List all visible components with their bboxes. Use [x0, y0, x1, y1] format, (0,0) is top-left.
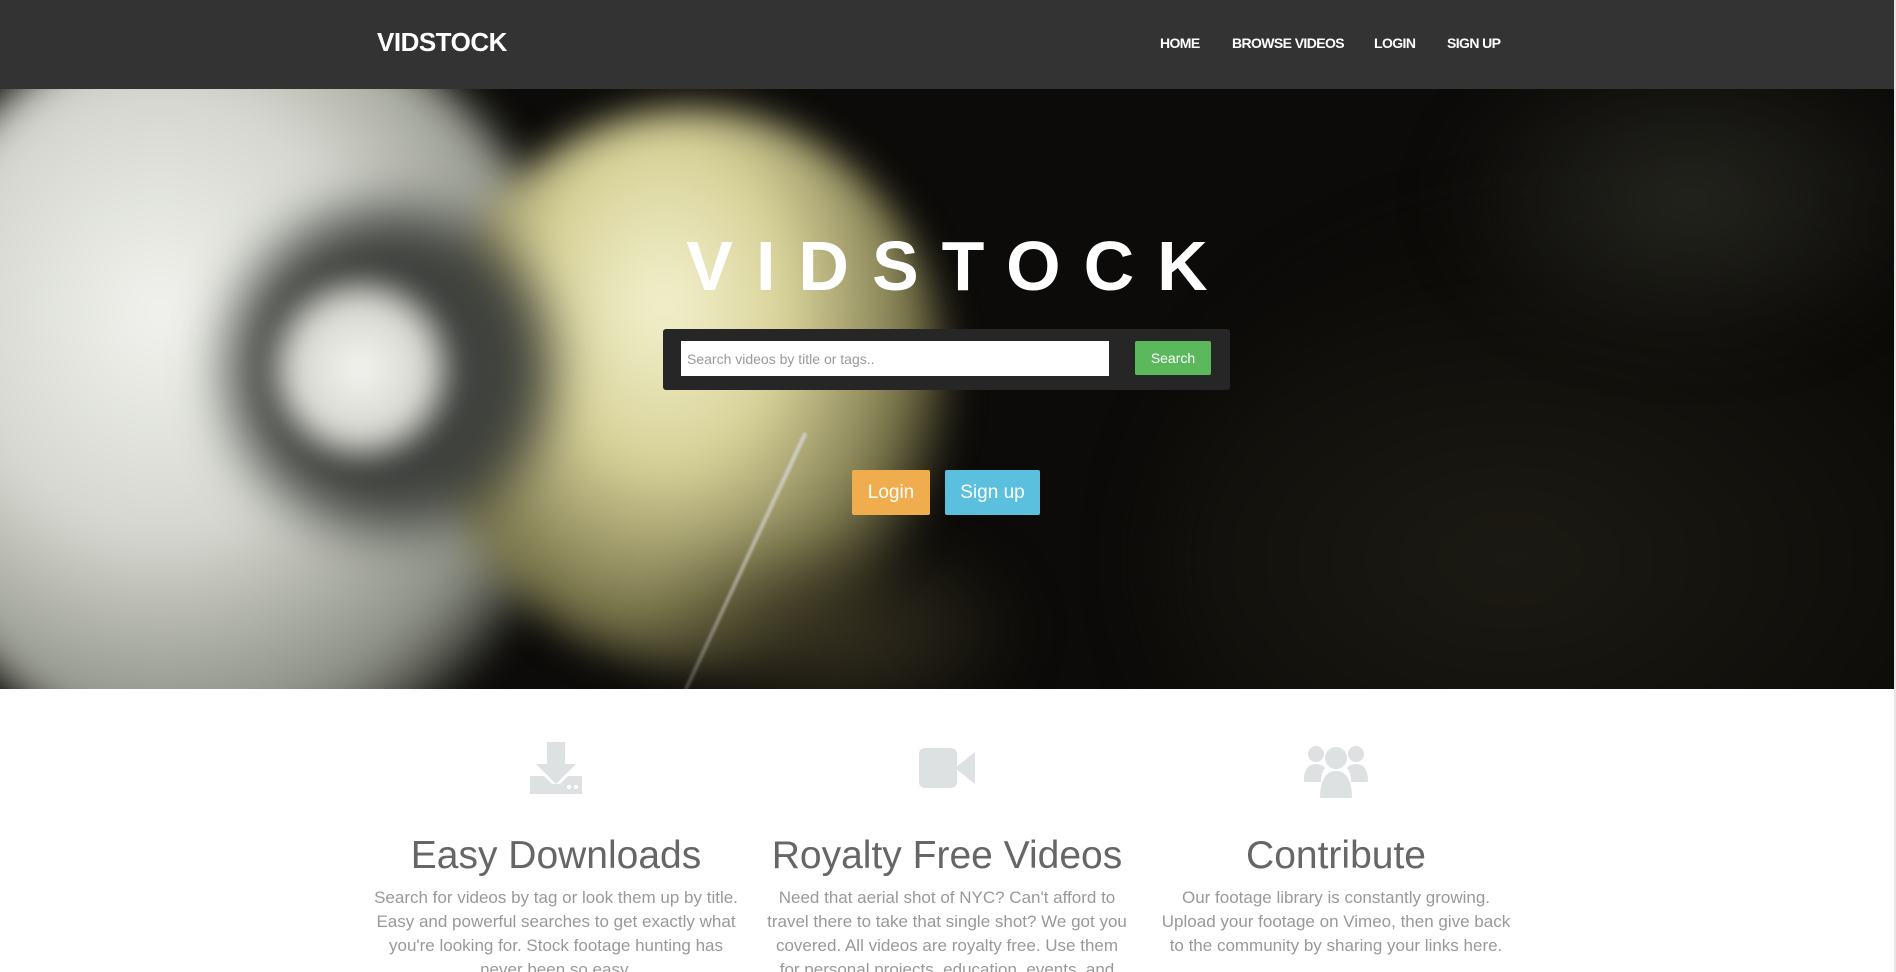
feature-description: Need that aerial shot of NYC? Can't affo…: [767, 888, 1127, 972]
main-content: VIDSTOCK HOME BROWSE VIDEOS LOGIN SIGN U…: [0, 0, 1894, 972]
feature-contribute: Contribute Our footage library is consta…: [1154, 740, 1518, 958]
nav-link-sign-up[interactable]: SIGN UP: [1447, 33, 1501, 53]
hero-login-button[interactable]: Login: [852, 470, 930, 515]
nav-link-home[interactable]: HOME: [1160, 33, 1200, 53]
hero-section: VIDSTOCK Search Login Sign up: [0, 89, 1894, 689]
search-panel: Search: [663, 329, 1230, 390]
page: VIDSTOCK HOME BROWSE VIDEOS LOGIN SIGN U…: [0, 0, 1896, 972]
search-input[interactable]: [681, 341, 1109, 376]
feature-title: Royalty Free Videos: [771, 834, 1123, 877]
feature-title: Contribute: [1246, 834, 1426, 877]
search-button[interactable]: Search: [1135, 341, 1211, 375]
navbar: VIDSTOCK HOME BROWSE VIDEOS LOGIN SIGN U…: [0, 0, 1894, 89]
brand-logo-link[interactable]: VIDSTOCK: [377, 26, 507, 58]
hero-title: VIDSTOCK: [686, 227, 1231, 305]
download-icon: [374, 740, 738, 806]
feature-description: Search for videos by tag or look them up…: [374, 888, 738, 972]
feature-title: Easy Downloads: [410, 834, 702, 877]
nav-link-browse-videos[interactable]: BROWSE VIDEOS: [1232, 33, 1345, 53]
feature-royalty-free-videos: Royalty Free Videos Need that aerial sho…: [765, 740, 1129, 972]
nav-link-login[interactable]: LOGIN: [1374, 33, 1416, 53]
hero-signup-button[interactable]: Sign up: [945, 470, 1040, 515]
video-camera-icon: [765, 740, 1129, 806]
feature-easy-downloads: Easy Downloads Search for videos by tag …: [374, 740, 738, 972]
feature-description: Our footage library is constantly growin…: [1161, 888, 1511, 955]
users-icon: [1154, 740, 1518, 806]
